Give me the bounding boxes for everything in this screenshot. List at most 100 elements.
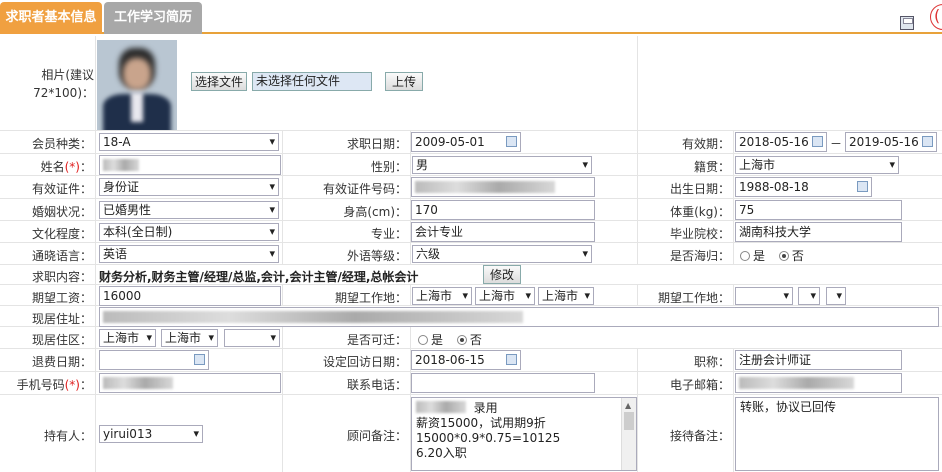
calendar-icon[interactable] bbox=[194, 354, 205, 365]
member-type-label: 会员种类： bbox=[31, 137, 92, 151]
holder-select[interactable]: yirui013 bbox=[99, 425, 203, 443]
current-district-label: 现居住区： bbox=[31, 333, 92, 347]
applicant-photo bbox=[97, 40, 177, 130]
birth-date-input[interactable]: 1988-08-18 bbox=[735, 177, 872, 197]
transfer-radio-group: 是 否 bbox=[418, 331, 482, 348]
returnee-no-label: 否 bbox=[791, 249, 804, 263]
weight-input[interactable]: 75 bbox=[735, 200, 902, 220]
member-type-select[interactable]: 18-A bbox=[99, 133, 279, 151]
phone-input[interactable] bbox=[411, 373, 595, 393]
file-name-display: 未选择任何文件 bbox=[252, 72, 372, 91]
title-label: 职称： bbox=[693, 355, 730, 369]
current-district-select[interactable] bbox=[224, 329, 280, 347]
row-education: 文化程度： 本科(全日制) 专业： 会计专业 毕业院校： 湖南科技大学 bbox=[0, 221, 942, 243]
photo-row: 相片(建议72*100)： 选择文件 未选择任何文件 上传 bbox=[0, 36, 942, 131]
foreign-level-select[interactable]: 六级 bbox=[412, 245, 592, 263]
row-expected-salary: 期望工资： 16000 期望工作地： 上海市 上海市 上海市 期望工作地： bbox=[0, 285, 942, 306]
returnee-yes-radio[interactable] bbox=[740, 251, 750, 261]
expected-salary-input[interactable]: 16000 bbox=[99, 286, 281, 306]
advisor-note-scrollbar[interactable] bbox=[621, 398, 636, 470]
visit-date-input[interactable]: 2018-06-15 bbox=[411, 350, 521, 370]
email-label: 电子邮箱： bbox=[669, 378, 730, 392]
birth-date-label: 出生日期： bbox=[669, 182, 730, 196]
language-select[interactable]: 英语 bbox=[99, 245, 279, 263]
gender-select[interactable]: 男 bbox=[412, 156, 592, 174]
advisor-note-label: 顾问备注： bbox=[346, 429, 407, 443]
returnee-no-radio[interactable] bbox=[778, 251, 789, 261]
choose-file-button[interactable]: 选择文件 bbox=[191, 72, 248, 91]
job-content-label: 求职内容： bbox=[31, 270, 92, 284]
row-job-content: 求职内容： 财务分析,财务主管/经理/总监,会计,会计主管/经理,总帐会计 修改 bbox=[0, 265, 942, 285]
expected-district-select[interactable]: 上海市 bbox=[538, 287, 594, 305]
phone-label: 联系电话： bbox=[346, 378, 407, 392]
advisor-note-line: 薪资15000，试用期9折 bbox=[416, 416, 546, 430]
returnee-label: 是否海归： bbox=[669, 249, 730, 263]
returnee-radio-group: 是 否 bbox=[740, 247, 804, 264]
foreign-level-label: 外语等级： bbox=[346, 249, 407, 263]
upload-button[interactable]: 上传 bbox=[385, 72, 424, 91]
calendar-icon[interactable] bbox=[506, 136, 517, 147]
advisor-note-line: 15000*0.9*0.75=10125 bbox=[416, 431, 561, 445]
height-input[interactable]: 170 bbox=[411, 200, 595, 220]
tab-work-study-resume[interactable]: 工作学习简历 bbox=[104, 2, 202, 34]
row-notes: 持有人： yirui013 顾问备注： 录用 薪资15000，试用期9折 150… bbox=[0, 395, 942, 472]
current-city-select[interactable]: 上海市 bbox=[161, 329, 218, 347]
title-input[interactable]: 注册会计师证 bbox=[735, 350, 902, 370]
calendar-icon[interactable] bbox=[922, 136, 933, 147]
advisor-note-textarea[interactable]: 录用 薪资15000，试用期9折 15000*0.9*0.75=10125 6.… bbox=[411, 397, 637, 471]
transfer-yes-radio[interactable] bbox=[418, 335, 428, 345]
calendar-icon[interactable] bbox=[506, 354, 517, 365]
close-icon[interactable]: ( bbox=[930, 4, 942, 30]
major-input[interactable]: 会计专业 bbox=[411, 222, 595, 242]
visit-date-label: 设定回访日期： bbox=[322, 355, 407, 369]
education-select[interactable]: 本科(全日制) bbox=[99, 223, 279, 241]
education-label: 文化程度： bbox=[31, 227, 92, 241]
reception-note-textarea[interactable]: 转账，协议已回传 bbox=[735, 397, 939, 471]
refund-date-input[interactable] bbox=[99, 350, 209, 370]
expected-location2-city-select[interactable] bbox=[798, 287, 820, 305]
advisor-note-line: 6.20入职 bbox=[416, 446, 467, 460]
row-current-address: 现居住址： bbox=[0, 306, 942, 327]
expected-location2-province-select[interactable] bbox=[735, 287, 793, 305]
save-icon[interactable] bbox=[900, 16, 914, 30]
job-date-label: 求职日期： bbox=[346, 137, 407, 151]
reception-note-label: 接待备注： bbox=[669, 429, 730, 443]
row-name: 姓名(*)： 性别： 男 籍贯： 上海市 bbox=[0, 154, 942, 176]
school-input[interactable]: 湖南科技大学 bbox=[735, 222, 902, 242]
row-refund-date: 退费日期： 设定回访日期： 2018-06-15 职称： 注册会计师证 bbox=[0, 349, 942, 372]
row-current-district: 现居住区： 上海市 上海市 是否可迁： 是 否 bbox=[0, 327, 942, 349]
marital-label: 婚姻状况： bbox=[31, 205, 92, 219]
transfer-label: 是否可迁： bbox=[346, 333, 407, 347]
current-address-input[interactable] bbox=[99, 307, 939, 327]
valid-from-input[interactable]: 2018-05-16 bbox=[735, 132, 827, 152]
row-member-type: 会员种类： 18-A 求职日期： 2009-05-01 有效期： 2018-05… bbox=[0, 131, 942, 154]
id-type-select[interactable]: 身份证 bbox=[99, 178, 279, 196]
calendar-icon[interactable] bbox=[857, 181, 868, 192]
email-input[interactable] bbox=[735, 373, 902, 393]
native-place-select[interactable]: 上海市 bbox=[735, 156, 899, 174]
expected-province-select[interactable]: 上海市 bbox=[412, 287, 472, 305]
tab-basic-info[interactable]: 求职者基本信息 bbox=[0, 2, 102, 34]
current-address-label: 现居住址： bbox=[31, 312, 92, 326]
transfer-no-radio[interactable] bbox=[456, 335, 467, 345]
expected-location2-label: 期望工作地： bbox=[657, 291, 730, 305]
mobile-input[interactable] bbox=[99, 373, 281, 393]
current-province-select[interactable]: 上海市 bbox=[99, 329, 156, 347]
edit-job-content-button[interactable]: 修改 bbox=[483, 265, 522, 284]
id-number-input[interactable] bbox=[411, 177, 595, 197]
job-date-input[interactable]: 2009-05-01 bbox=[411, 132, 521, 152]
calendar-icon[interactable] bbox=[812, 136, 823, 147]
expected-location2-district-select[interactable] bbox=[826, 287, 846, 305]
photo-label: 相片(建议72*100)： bbox=[33, 68, 94, 100]
gender-label: 性别： bbox=[370, 160, 407, 174]
valid-to-input[interactable]: 2019-05-16 bbox=[845, 132, 937, 152]
tab-bar: 求职者基本信息 工作学习简历 ( bbox=[0, 0, 942, 34]
marital-select[interactable]: 已婚男性 bbox=[99, 201, 279, 219]
row-language: 通晓语言： 英语 外语等级： 六级 是否海归： 是 否 bbox=[0, 243, 942, 265]
valid-period-label: 有效期： bbox=[681, 137, 730, 151]
expected-city-select[interactable]: 上海市 bbox=[475, 287, 535, 305]
valid-period-separator: － bbox=[830, 137, 843, 151]
name-input[interactable] bbox=[99, 155, 281, 175]
job-content-value: 财务分析,财务主管/经理/总监,会计,会计主管/经理,总帐会计 bbox=[99, 270, 419, 284]
expected-salary-label: 期望工资： bbox=[31, 291, 92, 305]
